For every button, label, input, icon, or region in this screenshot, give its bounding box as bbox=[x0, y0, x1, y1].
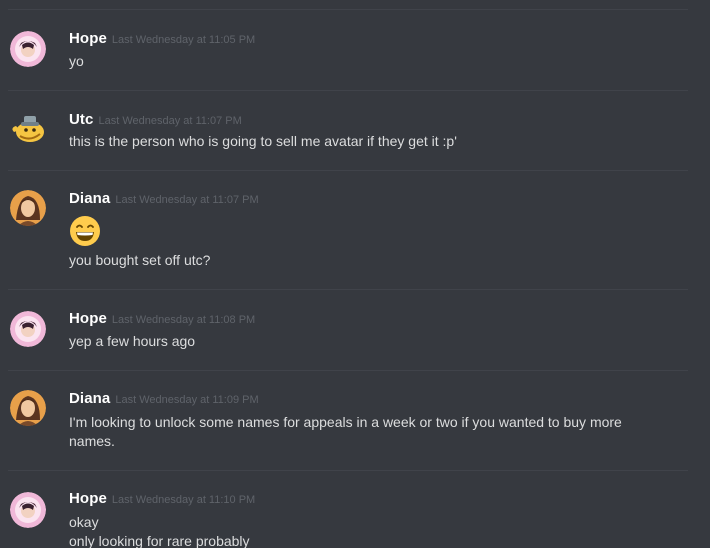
message-divider bbox=[8, 289, 688, 290]
message-divider bbox=[8, 9, 688, 10]
message-text: only looking for rare probably bbox=[69, 533, 250, 548]
username[interactable]: Hope bbox=[69, 310, 107, 327]
username[interactable]: Utc bbox=[69, 111, 93, 128]
message-header: Hope Last Wednesday at 11:05 PM bbox=[69, 30, 255, 48]
username[interactable]: Hope bbox=[69, 30, 107, 47]
message-header: Hope Last Wednesday at 11:10 PM bbox=[69, 490, 255, 508]
avatar[interactable] bbox=[10, 492, 46, 528]
message-divider bbox=[8, 90, 688, 91]
message-divider bbox=[8, 170, 688, 171]
message-text: yo bbox=[69, 53, 84, 69]
message-divider bbox=[8, 370, 688, 371]
message-text: this is the person who is going to sell … bbox=[69, 133, 457, 149]
message-divider bbox=[8, 470, 688, 471]
avatar[interactable] bbox=[10, 110, 46, 146]
timestamp: Last Wednesday at 11:09 PM bbox=[115, 394, 259, 406]
message-text: you bought set off utc? bbox=[69, 252, 211, 268]
message-text: I'm looking to unlock some names for app… bbox=[69, 414, 622, 449]
message-header: Utc Last Wednesday at 11:07 PM bbox=[69, 111, 242, 129]
username[interactable]: Diana bbox=[69, 190, 110, 207]
grinning-face-emoji-icon bbox=[69, 215, 101, 247]
chat-messages: Hope Last Wednesday at 11:05 PM yo Utc Las… bbox=[0, 0, 710, 548]
avatar[interactable] bbox=[10, 390, 46, 426]
message-text: yep a few hours ago bbox=[69, 333, 196, 349]
timestamp: Last Wednesday at 11:07 PM bbox=[98, 115, 242, 127]
username[interactable]: Hope bbox=[69, 490, 107, 507]
avatar[interactable] bbox=[10, 31, 46, 67]
avatar[interactable] bbox=[10, 311, 46, 347]
message-header: Diana Last Wednesday at 11:07 PM bbox=[69, 190, 259, 208]
message-header: Diana Last Wednesday at 11:09 PM bbox=[69, 390, 259, 408]
avatar[interactable] bbox=[10, 190, 46, 226]
message-text: okay bbox=[69, 514, 99, 530]
timestamp: Last Wednesday at 11:07 PM bbox=[115, 194, 259, 206]
message-header: Hope Last Wednesday at 11:08 PM bbox=[69, 310, 255, 328]
timestamp: Last Wednesday at 11:05 PM bbox=[111, 34, 256, 46]
username[interactable]: Diana bbox=[69, 390, 110, 407]
timestamp: Last Wednesday at 11:10 PM bbox=[111, 494, 256, 506]
timestamp: Last Wednesday at 11:08 PM bbox=[111, 314, 256, 326]
